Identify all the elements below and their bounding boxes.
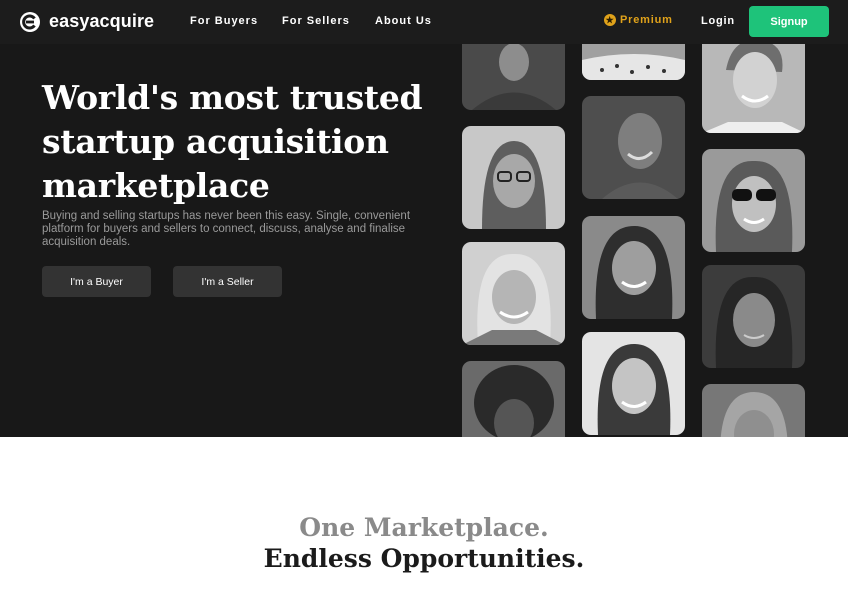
nav-for-sellers[interactable]: For Sellers <box>282 15 350 27</box>
star-icon: ★ <box>604 14 616 26</box>
login-link[interactable]: Login <box>701 15 735 27</box>
person-photo <box>462 361 565 437</box>
brand-name: easyacquire <box>49 11 155 31</box>
person-photo <box>702 384 805 437</box>
hero-subtext: Buying and selling startups has never be… <box>42 210 411 248</box>
headline-line: marketplace <box>42 166 270 205</box>
person-photo <box>702 30 805 133</box>
person-photo <box>462 242 565 345</box>
person-photo <box>582 96 685 199</box>
person-photo <box>582 332 685 435</box>
person-photo <box>462 126 565 229</box>
tagline-primary: One Marketplace. <box>299 513 549 542</box>
tagline-secondary: Endless Opportunities. <box>263 544 585 573</box>
brand-logo[interactable]: easyacquire <box>20 11 154 32</box>
headline-line: startup acquisition <box>42 122 389 161</box>
seller-button[interactable]: I'm a Seller <box>173 266 282 297</box>
top-navbar: easyacquire For Buyers For Sellers About… <box>0 0 848 44</box>
nav-for-buyers[interactable]: For Buyers <box>190 15 258 27</box>
signup-button[interactable]: Signup <box>749 6 829 37</box>
headline-line: World's most trusted <box>42 78 423 117</box>
premium-label: Premium <box>620 14 673 26</box>
person-photo <box>582 216 685 319</box>
hero-headline: World's most trusted startup acquisition… <box>42 76 442 208</box>
person-photo <box>702 149 805 252</box>
nav-about-us[interactable]: About Us <box>375 15 432 27</box>
logo-icon <box>20 11 40 32</box>
person-photo <box>702 265 805 368</box>
hero-section: World's most trusted startup acquisition… <box>0 0 848 437</box>
buyer-button[interactable]: I'm a Buyer <box>42 266 151 297</box>
premium-link[interactable]: ★ Premium <box>604 14 673 26</box>
